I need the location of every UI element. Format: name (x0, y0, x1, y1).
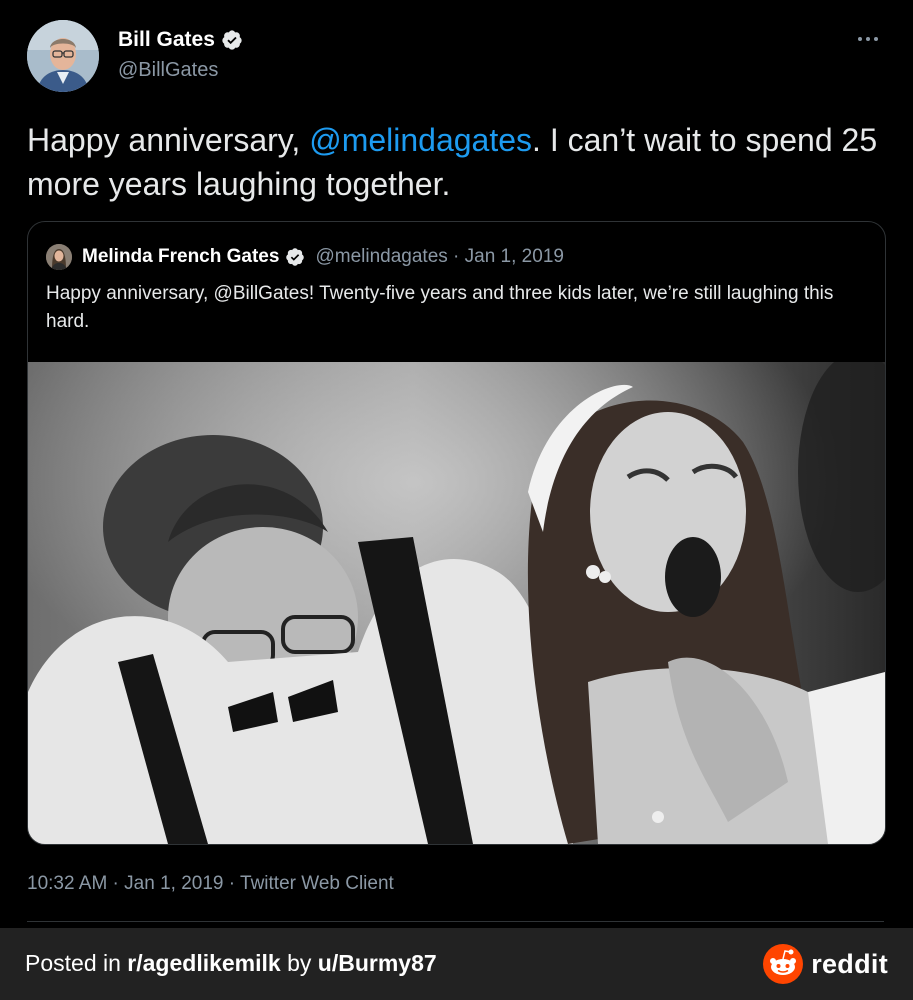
verified-badge-icon (222, 30, 242, 50)
author-avatar[interactable] (27, 20, 99, 92)
quoted-handle-date[interactable]: @melindagates · Jan 1, 2019 (315, 246, 564, 268)
quoted-author-avatar-image (46, 244, 72, 270)
tweet-timestamp[interactable]: 10:32 AM · Jan 1, 2019 · Twitter Web Cli… (27, 873, 394, 895)
posted-prefix: Posted in (25, 950, 128, 976)
reddit-wordmark: reddit (811, 948, 888, 979)
author-avatar-image (27, 20, 99, 92)
subreddit-link[interactable]: r/agedlikemilk (127, 950, 280, 976)
posted-in-text: Posted in r/agedlikemilk by u/Burmy87 (25, 950, 437, 977)
quoted-tweet-text: Happy anniversary, @BillGates! Twenty-fi… (46, 283, 834, 332)
reddit-footer: Posted in r/agedlikemilk by u/Burmy87 re… (0, 928, 913, 1000)
quoted-tweet[interactable]: Melinda French Gates @melindagates · Jan… (27, 221, 886, 845)
mention-link[interactable]: @melindagates (309, 122, 532, 158)
reddit-snoo-icon (763, 944, 804, 984)
tweet-text-before: Happy anniversary, (27, 122, 310, 158)
quoted-author-name[interactable]: Melinda French Gates (82, 246, 279, 268)
quoted-tweet-photo[interactable] (28, 362, 885, 844)
quoted-verified-badge-icon (286, 248, 305, 266)
reddit-logo[interactable]: reddit (763, 944, 888, 984)
user-link[interactable]: u/Burmy87 (318, 950, 437, 976)
divider (27, 921, 884, 922)
posted-by: by (280, 950, 318, 976)
tweet-text: Happy anniversary, @melindagates. I can’… (27, 118, 887, 206)
author-name-row: Bill Gates (118, 28, 243, 52)
author-handle[interactable]: @BillGates (118, 59, 218, 82)
more-options-button[interactable] (853, 24, 883, 54)
quoted-tweet-header: Melinda French Gates @melindagates · Jan… (46, 244, 564, 270)
anniversary-photo-image (28, 362, 885, 844)
more-horizontal-icon (858, 37, 878, 41)
tweet-card: Bill Gates @BillGates Happy anniversary,… (0, 0, 913, 928)
author-name[interactable]: Bill Gates (118, 28, 215, 52)
quoted-author-avatar[interactable] (46, 244, 72, 270)
